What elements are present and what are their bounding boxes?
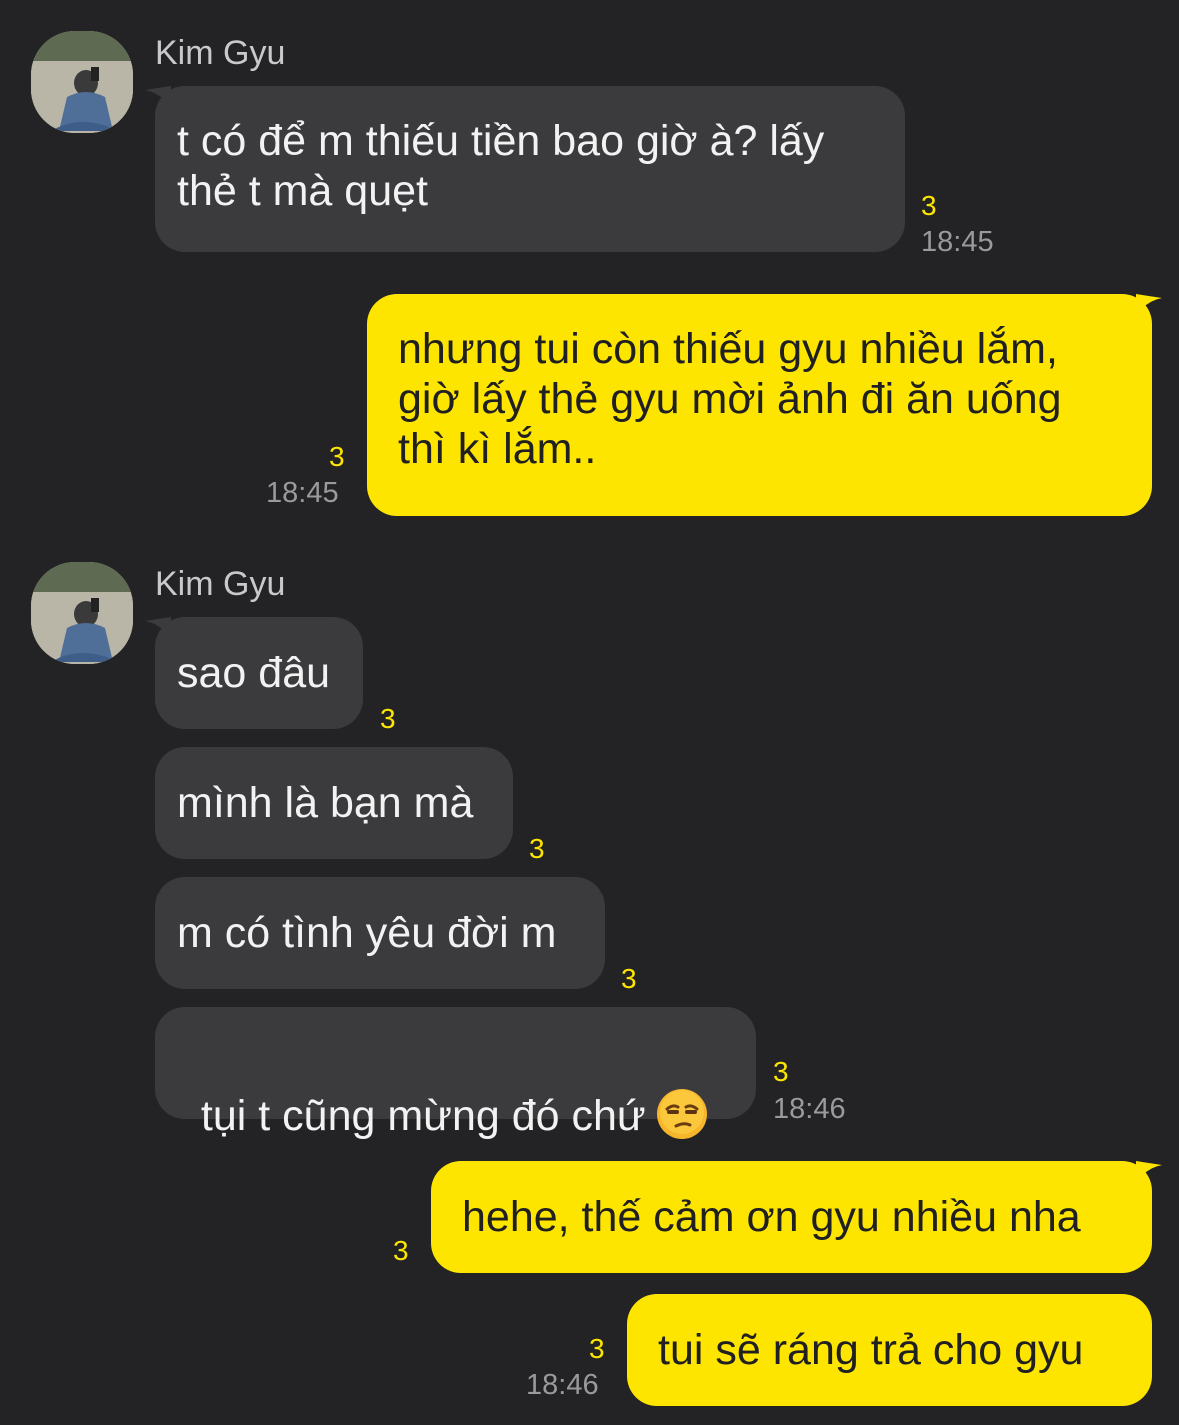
- unread-count: 3: [380, 703, 396, 734]
- avatar-photo: [31, 562, 133, 664]
- message-bubble[interactable]: tui sẽ ráng trả cho gyu: [627, 1294, 1152, 1406]
- sender-name: Kim Gyu: [155, 565, 286, 603]
- message-bubble[interactable]: sao đâu: [155, 617, 363, 729]
- message-bubble[interactable]: nhưng tui còn thiếu gyu nhiều lắm, giờ l…: [367, 294, 1152, 516]
- unread-count: 3: [921, 190, 937, 221]
- message-bubble[interactable]: m có tình yêu đời m: [155, 877, 605, 989]
- unread-count: 3: [329, 441, 345, 472]
- unread-count: 3: [393, 1235, 409, 1266]
- message-bubble[interactable]: tụi t cũng mừng đó chứ: [155, 1007, 756, 1140]
- message-bubble[interactable]: hehe, thế cảm ơn gyu nhiều nha: [431, 1161, 1152, 1273]
- unread-count: 3: [589, 1333, 605, 1364]
- unread-count: 3: [773, 1056, 789, 1087]
- sender-name: Kim Gyu: [155, 34, 286, 72]
- avatar[interactable]: [31, 31, 133, 133]
- unread-count: 3: [529, 833, 545, 864]
- unamused-face-emoji: [656, 1089, 707, 1139]
- message-time: 18:46: [526, 1369, 599, 1401]
- message-text: tụi t cũng mừng đó chứ: [200, 1092, 646, 1140]
- unread-count: 3: [621, 963, 637, 994]
- avatar-photo: [31, 31, 133, 133]
- message-time: 18:46: [773, 1093, 846, 1125]
- message-time: 18:45: [266, 477, 339, 509]
- message-bubble[interactable]: t có để m thiếu tiền bao giờ à? lấy thẻ …: [155, 86, 905, 252]
- avatar[interactable]: [31, 562, 133, 664]
- message-bubble[interactable]: mình là bạn mà: [155, 747, 513, 859]
- message-time: 18:45: [921, 226, 994, 258]
